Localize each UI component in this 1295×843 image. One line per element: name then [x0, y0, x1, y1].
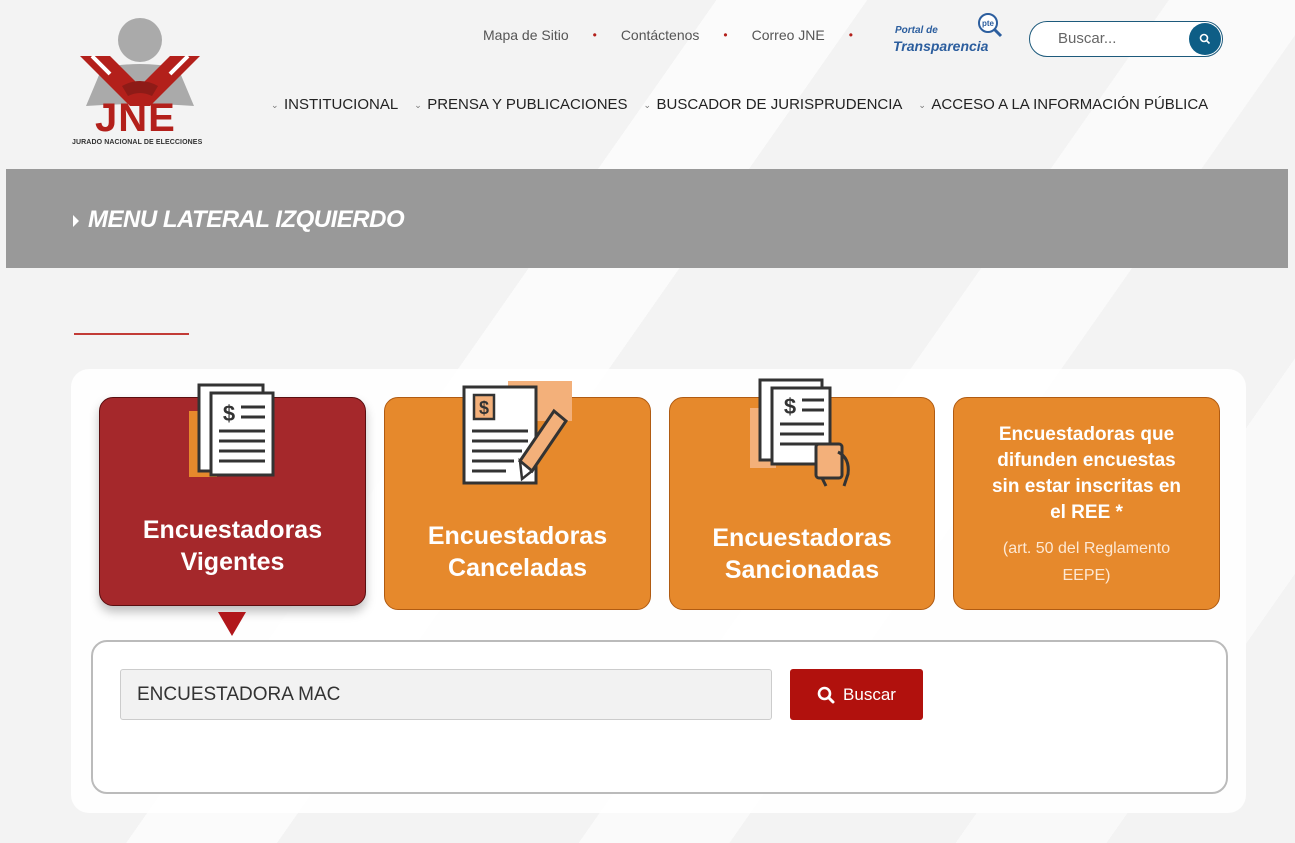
nav-prensa[interactable]: ⌄ PRENSA Y PUBLICACIONES — [414, 96, 627, 113]
document-dollar-icon: $ — [189, 383, 275, 477]
card-label-line2: Canceladas — [448, 554, 587, 582]
card-label-line1: Encuestadoras — [142, 516, 323, 544]
pte-badge: pte — [982, 19, 995, 28]
transparency-line1: Portal de — [895, 25, 938, 36]
card-label-line1: Encuestadoras — [427, 522, 608, 550]
active-card-pointer — [218, 612, 246, 636]
search-icon — [1199, 33, 1211, 45]
separator-dot: • — [592, 28, 597, 42]
card-no-inscritas[interactable]: Encuestadoras que difunden encuestas sin… — [953, 397, 1220, 610]
link-mapa-sitio[interactable]: Mapa de Sitio — [483, 27, 569, 43]
nav-jurisprudencia[interactable]: ⌄ BUSCADOR DE JURISPRUDENCIA — [644, 96, 903, 113]
separator-dot: • — [848, 28, 853, 42]
chevron-down-icon: ⌄ — [414, 99, 422, 110]
card-title: Encuestadoras que difunden encuestas sin… — [991, 424, 1182, 523]
nav-acceso-informacion[interactable]: ⌄ ACCESO A LA INFORMACIÓN PÚBLICA — [918, 96, 1208, 113]
top-links: Mapa de Sitio • Contáctenos • Correo JNE… — [483, 27, 877, 43]
header-search-input[interactable] — [1058, 30, 1178, 47]
search-icon — [817, 686, 835, 703]
link-contactenos[interactable]: Contáctenos — [621, 27, 700, 43]
logo-subtitle: JURADO NACIONAL DE ELECCIONES — [72, 139, 203, 146]
search-button[interactable]: Buscar — [790, 669, 923, 720]
header-search-button[interactable] — [1189, 23, 1221, 55]
encuestadora-search-input[interactable] — [120, 669, 772, 720]
page-banner: MENU LATERAL IZQUIERDO — [6, 169, 1288, 268]
main-nav: ⌄ INSTITUCIONAL ⌄ PRENSA Y PUBLICACIONES… — [271, 96, 1224, 113]
search-button-label: Buscar — [843, 684, 896, 704]
card-subtitle: (art. 50 del Reglamento EEPE) — [1002, 540, 1171, 584]
chevron-down-icon: ⌄ — [643, 99, 652, 110]
magnifier-icon: pte — [978, 13, 1003, 38]
link-correo-jne[interactable]: Correo JNE — [752, 27, 825, 43]
nav-institucional[interactable]: ⌄ INSTITUCIONAL — [271, 96, 398, 113]
svg-text:$: $ — [223, 401, 235, 426]
caret-right-icon — [73, 215, 79, 227]
card-label-line1: Encuestadoras — [712, 524, 892, 552]
document-hand-icon: $ — [750, 378, 850, 487]
header-search — [1029, 21, 1223, 57]
chevron-down-icon: ⌄ — [918, 99, 926, 110]
card-label-line2: Vigentes — [180, 548, 285, 576]
logo-text: JNE — [95, 96, 176, 140]
svg-text:$: $ — [479, 398, 489, 418]
divider — [74, 333, 189, 335]
svg-text:$: $ — [784, 394, 796, 419]
separator-dot: • — [723, 28, 728, 42]
card-label-line2: Sancionadas — [724, 556, 880, 584]
document-pen-icon: $ — [462, 381, 572, 485]
portal-transparencia-link[interactable]: Portal de Transparencia pte — [893, 12, 1011, 56]
page-title: MENU LATERAL IZQUIERDO — [88, 206, 405, 233]
chevron-down-icon: ⌄ — [271, 99, 279, 110]
transparency-line2: Transparencia — [893, 38, 989, 54]
